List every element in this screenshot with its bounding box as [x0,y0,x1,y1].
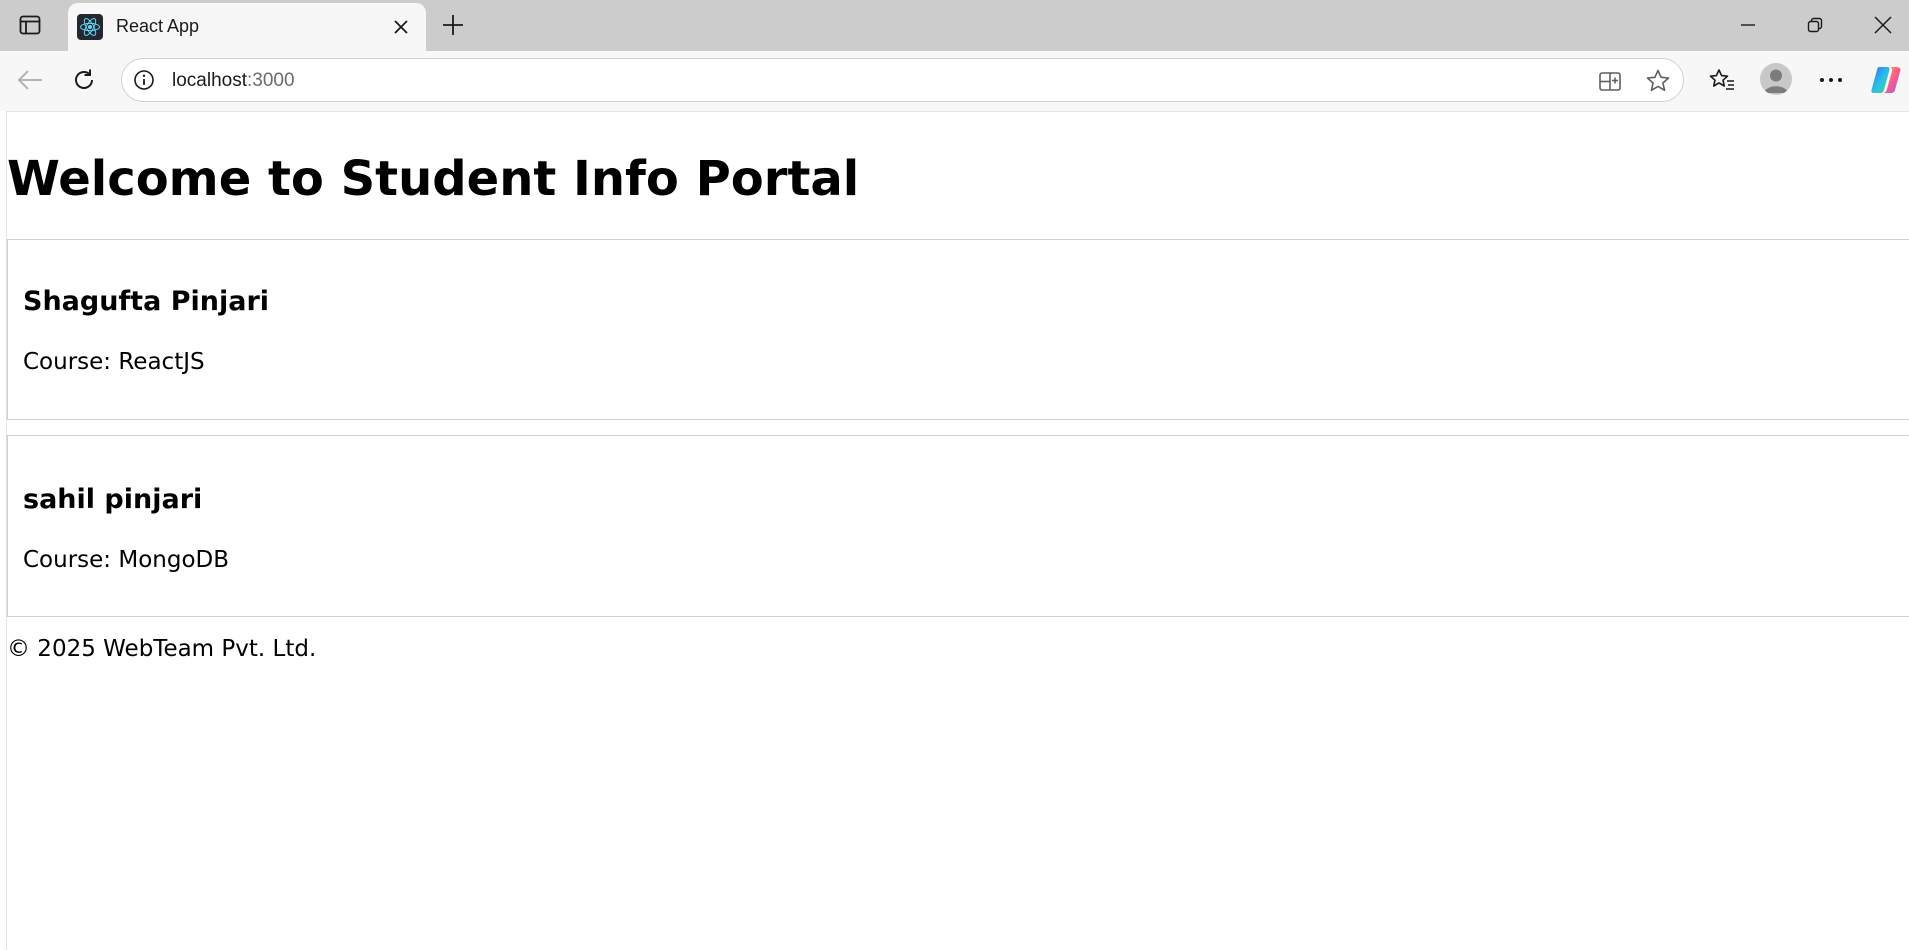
page-viewport: Welcome to Student Info Portal Shagufta … [6,111,1909,950]
window-close-button[interactable] [1861,10,1905,40]
page-title: Welcome to Student Info Portal [7,151,860,207]
refresh-icon [75,69,93,89]
favorites-icon [1709,69,1734,90]
restore-icon [1807,17,1823,33]
url-text[interactable]: localhost:3000 [172,70,295,92]
profile-avatar[interactable] [1760,63,1792,95]
new-tab-button[interactable] [438,10,468,40]
favorite-button[interactable] [1644,67,1672,95]
tab-strip: React App [0,0,1909,51]
student-card: Shagufta Pinjari Course: ReactJS [7,239,1909,420]
back-button[interactable] [10,60,50,100]
more-icon [1820,78,1842,82]
student-course: Course: MongoDB [23,547,230,573]
react-logo-icon [77,14,103,40]
restore-button[interactable] [1793,10,1837,40]
url-port: :3000 [247,70,295,91]
plus-icon [443,15,463,35]
tab-actions-button[interactable] [12,12,48,38]
info-icon[interactable] [132,68,156,92]
copilot-icon [1871,67,1901,93]
browser-toolbar: localhost:3000 [0,51,1909,111]
student-card: sahil pinjari Course: MongoDB [7,435,1909,617]
close-tab-button[interactable] [390,16,412,38]
copilot-button[interactable] [1866,60,1906,100]
minimize-icon [1741,24,1755,26]
split-screen-icon [1599,72,1621,91]
split-screen-button[interactable] [1596,67,1624,95]
url-host: localhost [172,70,247,91]
student-name: Shagufta Pinjari [23,286,270,317]
student-name: sahil pinjari [23,484,203,515]
minimize-button[interactable] [1726,10,1770,40]
active-tab[interactable]: React App [68,3,426,51]
refresh-button[interactable] [64,60,104,100]
close-icon [394,20,408,34]
back-arrow-icon [17,70,42,90]
footer-copyright: © 2025 WebTeam Pvt. Ltd. [7,636,317,662]
tab-title: React App [116,16,200,36]
more-button[interactable] [1811,60,1851,100]
student-course: Course: ReactJS [23,349,205,375]
address-bar[interactable]: localhost:3000 [121,58,1684,102]
window-close-icon [1874,16,1892,34]
tab-actions-icon [19,15,41,35]
favorites-button[interactable] [1702,60,1742,100]
star-icon [1646,69,1670,92]
